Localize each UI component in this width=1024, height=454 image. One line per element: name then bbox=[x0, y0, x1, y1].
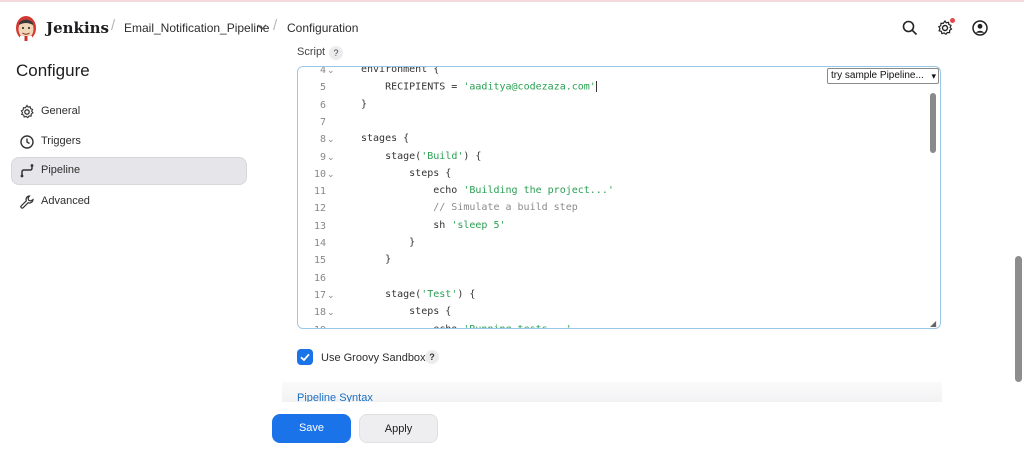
brand-name[interactable]: Jenkins bbox=[46, 19, 109, 37]
script-label: Script bbox=[297, 46, 326, 58]
line-number: 17 bbox=[313, 289, 326, 301]
fold-chevron-icon[interactable]: ⌄ bbox=[327, 134, 335, 145]
top-bar: Jenkins / Email_Notification_Pipeline / … bbox=[0, 0, 1024, 54]
sidebar-item-general[interactable]: General bbox=[11, 98, 247, 126]
sidebar-item-label: Triggers bbox=[41, 135, 81, 147]
use-groovy-sandbox-checkbox[interactable] bbox=[297, 349, 313, 365]
user-icon[interactable] bbox=[971, 19, 989, 37]
code-line[interactable]: 7 bbox=[298, 114, 928, 131]
code-text: stages { bbox=[361, 133, 410, 145]
line-number: 4 bbox=[319, 66, 326, 76]
code-line[interactable]: 14 } bbox=[298, 235, 928, 252]
text-cursor bbox=[595, 81, 597, 93]
breadcrumb-configuration[interactable]: Configuration bbox=[287, 21, 358, 35]
code-line[interactable]: 11 echo 'Building the project...' bbox=[298, 183, 928, 200]
fold-chevron-icon[interactable]: ⌄ bbox=[327, 152, 335, 163]
resize-handle-icon[interactable]: ◢ bbox=[930, 319, 936, 328]
line-number: 15 bbox=[313, 255, 326, 267]
gear-icon bbox=[20, 104, 34, 119]
code-line[interactable]: 10 ⌄ steps { bbox=[298, 166, 928, 183]
notification-dot bbox=[950, 18, 955, 23]
code-line[interactable]: 8 ⌄ stages { bbox=[298, 131, 928, 148]
sidebar-item-triggers[interactable]: Triggers bbox=[11, 128, 247, 156]
line-number: 16 bbox=[313, 272, 326, 284]
code-text: steps { bbox=[361, 167, 452, 179]
sidebar-item-pipeline[interactable]: Pipeline bbox=[11, 157, 247, 185]
chevron-down-icon[interactable] bbox=[256, 21, 268, 33]
wrench-icon bbox=[20, 195, 34, 209]
code-line[interactable]: 16 bbox=[298, 270, 928, 287]
code-line[interactable]: 12 // Simulate a build step bbox=[298, 200, 928, 217]
code-text: sh 'sleep 5' bbox=[361, 219, 506, 231]
code-text: } bbox=[361, 98, 368, 110]
checkmark-icon bbox=[300, 353, 310, 362]
code-text: stage('Build') { bbox=[361, 150, 482, 162]
line-number: 7 bbox=[319, 116, 326, 128]
line-number: 18 bbox=[313, 307, 326, 319]
use-groovy-sandbox-label[interactable]: Use Groovy Sandbox bbox=[321, 352, 426, 364]
fold-chevron-icon[interactable]: ⌄ bbox=[327, 169, 335, 180]
apply-button[interactable]: Apply bbox=[359, 414, 438, 443]
pipeline-syntax-bar bbox=[282, 382, 942, 404]
code-text: steps { bbox=[361, 306, 452, 318]
jenkins-logo-icon[interactable] bbox=[14, 14, 38, 42]
pipeline-icon bbox=[20, 164, 34, 178]
save-button[interactable]: Save bbox=[272, 414, 351, 443]
fold-chevron-icon[interactable]: ⌄ bbox=[327, 307, 335, 318]
chevron-down-icon: ▾ bbox=[931, 71, 936, 81]
code-text: RECIPIENTS = 'aaditya@codezaza.com' bbox=[361, 81, 597, 93]
code-line[interactable]: 17 ⌄ stage('Test') { bbox=[298, 287, 928, 304]
code-line[interactable]: 18 ⌄ steps { bbox=[298, 304, 928, 321]
sidebar-title: Configure bbox=[16, 61, 90, 80]
line-number: 11 bbox=[313, 186, 326, 198]
line-number: 9 bbox=[319, 151, 326, 163]
sidebar-item-label: General bbox=[41, 105, 81, 117]
breadcrumb-separator: / bbox=[273, 17, 278, 34]
search-icon[interactable] bbox=[901, 19, 919, 37]
line-number: 8 bbox=[319, 134, 326, 146]
line-number: 14 bbox=[313, 238, 326, 249]
code-text: } bbox=[361, 237, 416, 248]
line-number: 5 bbox=[319, 82, 326, 94]
page-scrollbar-thumb[interactable] bbox=[1015, 256, 1022, 382]
sidebar-item-label: Advanced bbox=[41, 195, 90, 207]
breadcrumb-job[interactable]: Email_Notification_Pipeline bbox=[124, 21, 269, 35]
code-text: // Simulate a build step bbox=[433, 202, 578, 214]
code-line[interactable]: 13 sh 'sleep 5' bbox=[298, 218, 928, 235]
fold-chevron-icon[interactable]: ⌄ bbox=[327, 67, 335, 76]
line-number: 19 bbox=[298, 325, 326, 329]
code-line[interactable]: 15 } bbox=[298, 252, 928, 269]
clock-icon bbox=[20, 135, 34, 149]
code-line[interactable]: 9 ⌄ stage('Build') { bbox=[298, 149, 928, 166]
sidebar-item-label: Pipeline bbox=[41, 164, 81, 176]
code-text: } bbox=[361, 254, 392, 266]
line-number: 12 bbox=[313, 203, 326, 215]
code-text: echo 'Building the project...' bbox=[361, 185, 614, 197]
code-text: stage('Test') { bbox=[361, 288, 476, 300]
code-text: echo 'Running tests...' bbox=[361, 323, 572, 329]
script-help-icon[interactable]: ? bbox=[329, 46, 343, 60]
editor-scrollbar-thumb[interactable] bbox=[930, 93, 936, 153]
script-editor[interactable]: 4 ⌄ environment {5 RECIPIENTS = 'aaditya@c… bbox=[297, 66, 941, 329]
line-number: 13 bbox=[313, 220, 326, 232]
try-sample-pipeline-select[interactable]: try sample Pipeline... ▾ bbox=[827, 68, 939, 84]
code-line[interactable]: 6} bbox=[298, 97, 928, 114]
select-value: try sample Pipeline... bbox=[831, 70, 924, 81]
sidebar-item-advanced[interactable]: Advanced bbox=[11, 188, 247, 216]
breadcrumb-separator: / bbox=[111, 17, 116, 34]
sandbox-help-icon[interactable]: ? bbox=[425, 350, 439, 364]
code-text: environment { bbox=[361, 66, 440, 75]
fold-chevron-icon[interactable]: ⌄ bbox=[327, 290, 335, 301]
line-number: 6 bbox=[319, 99, 326, 111]
line-number: 10 bbox=[313, 168, 326, 180]
code-line[interactable]: 19 echo 'Running tests...' bbox=[298, 322, 928, 329]
